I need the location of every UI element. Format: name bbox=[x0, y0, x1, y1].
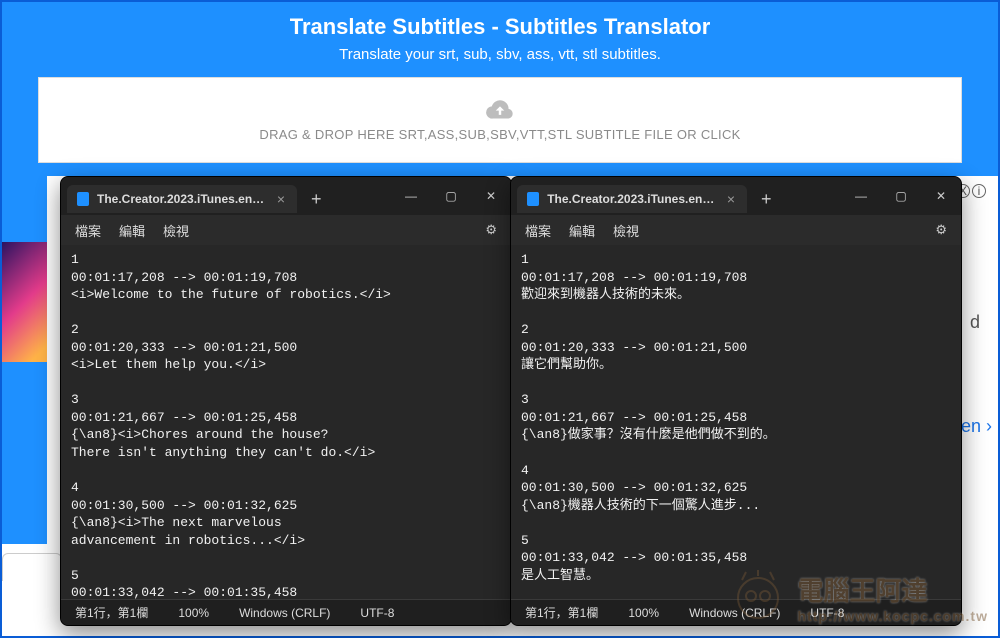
menu-view[interactable]: 檢視 bbox=[613, 221, 639, 240]
maximize-button[interactable]: ▢ bbox=[431, 180, 471, 212]
settings-gear-icon[interactable]: ⚙ bbox=[935, 222, 947, 238]
menu-file[interactable]: 檔案 bbox=[75, 221, 101, 240]
close-button[interactable]: ✕ bbox=[921, 180, 961, 212]
dropzone-label: DRAG & DROP HERE SRT,ASS,SUB,SBV,VTT,STL… bbox=[259, 127, 740, 142]
status-zoom: 100% bbox=[178, 606, 209, 620]
statusbar: 第1行，第1欄 100% Windows (CRLF) UTF-8 bbox=[61, 599, 511, 625]
hero-banner: Translate Subtitles - Subtitles Translat… bbox=[2, 2, 998, 176]
tab-filename: The.Creator.2023.iTunes.en.[tw].srt bbox=[97, 192, 267, 206]
editor-content[interactable]: 1 00:01:17,208 --> 00:01:19,708 歡迎來到機器人技… bbox=[511, 245, 961, 599]
minimize-button[interactable]: — bbox=[391, 180, 431, 212]
notepad-window-left: The.Creator.2023.iTunes.en.[tw].srt × + … bbox=[60, 176, 512, 626]
status-eol: Windows (CRLF) bbox=[689, 606, 780, 620]
status-position: 第1行，第1欄 bbox=[75, 604, 148, 621]
window-controls: — ▢ ✕ bbox=[841, 180, 961, 212]
menubar: 檔案 編輯 檢視 ⚙ bbox=[511, 215, 961, 245]
cloud-upload-icon bbox=[485, 99, 515, 121]
status-position: 第1行，第1欄 bbox=[525, 604, 598, 621]
tab-filename: The.Creator.2023.iTunes.en.[tw].sr bbox=[547, 192, 717, 206]
statusbar: 第1行，第1欄 100% Windows (CRLF) UTF-8 bbox=[511, 599, 961, 625]
file-tab[interactable]: The.Creator.2023.iTunes.en.[tw].sr × bbox=[517, 185, 747, 213]
file-tab[interactable]: The.Creator.2023.iTunes.en.[tw].srt × bbox=[67, 185, 297, 213]
ad-info-icon[interactable]: i bbox=[972, 184, 986, 198]
menu-view[interactable]: 檢視 bbox=[163, 221, 189, 240]
status-zoom: 100% bbox=[628, 606, 659, 620]
titlebar: The.Creator.2023.iTunes.en.[tw].sr × + —… bbox=[511, 177, 961, 215]
tab-close-icon[interactable]: × bbox=[275, 191, 287, 207]
new-tab-button[interactable]: + bbox=[747, 183, 786, 210]
menu-edit[interactable]: 編輯 bbox=[569, 221, 595, 240]
browser-tab-corner bbox=[2, 553, 62, 581]
status-encoding: UTF-8 bbox=[360, 606, 394, 620]
menubar: 檔案 編輯 檢視 ⚙ bbox=[61, 215, 511, 245]
titlebar: The.Creator.2023.iTunes.en.[tw].srt × + … bbox=[61, 177, 511, 215]
status-encoding: UTF-8 bbox=[810, 606, 844, 620]
document-icon bbox=[77, 192, 89, 206]
settings-gear-icon[interactable]: ⚙ bbox=[485, 222, 497, 238]
new-tab-button[interactable]: + bbox=[297, 183, 336, 210]
document-icon bbox=[527, 192, 539, 206]
window-controls: — ▢ ✕ bbox=[391, 180, 511, 212]
upload-dropzone[interactable]: DRAG & DROP HERE SRT,ASS,SUB,SBV,VTT,STL… bbox=[38, 77, 962, 163]
page-title: Translate Subtitles - Subtitles Translat… bbox=[2, 14, 998, 40]
ad-letter: d bbox=[970, 312, 980, 333]
maximize-button[interactable]: ▢ bbox=[881, 180, 921, 212]
menu-file[interactable]: 檔案 bbox=[525, 221, 551, 240]
status-eol: Windows (CRLF) bbox=[239, 606, 330, 620]
menu-edit[interactable]: 編輯 bbox=[119, 221, 145, 240]
tab-close-icon[interactable]: × bbox=[725, 191, 737, 207]
minimize-button[interactable]: — bbox=[841, 180, 881, 212]
close-button[interactable]: ✕ bbox=[471, 180, 511, 212]
notepad-window-right: The.Creator.2023.iTunes.en.[tw].sr × + —… bbox=[510, 176, 962, 626]
editor-content[interactable]: 1 00:01:17,208 --> 00:01:19,708 <i>Welco… bbox=[61, 245, 511, 599]
gradient-thumbnail bbox=[2, 242, 47, 362]
page-subtitle: Translate your srt, sub, sbv, ass, vtt, … bbox=[2, 46, 998, 63]
